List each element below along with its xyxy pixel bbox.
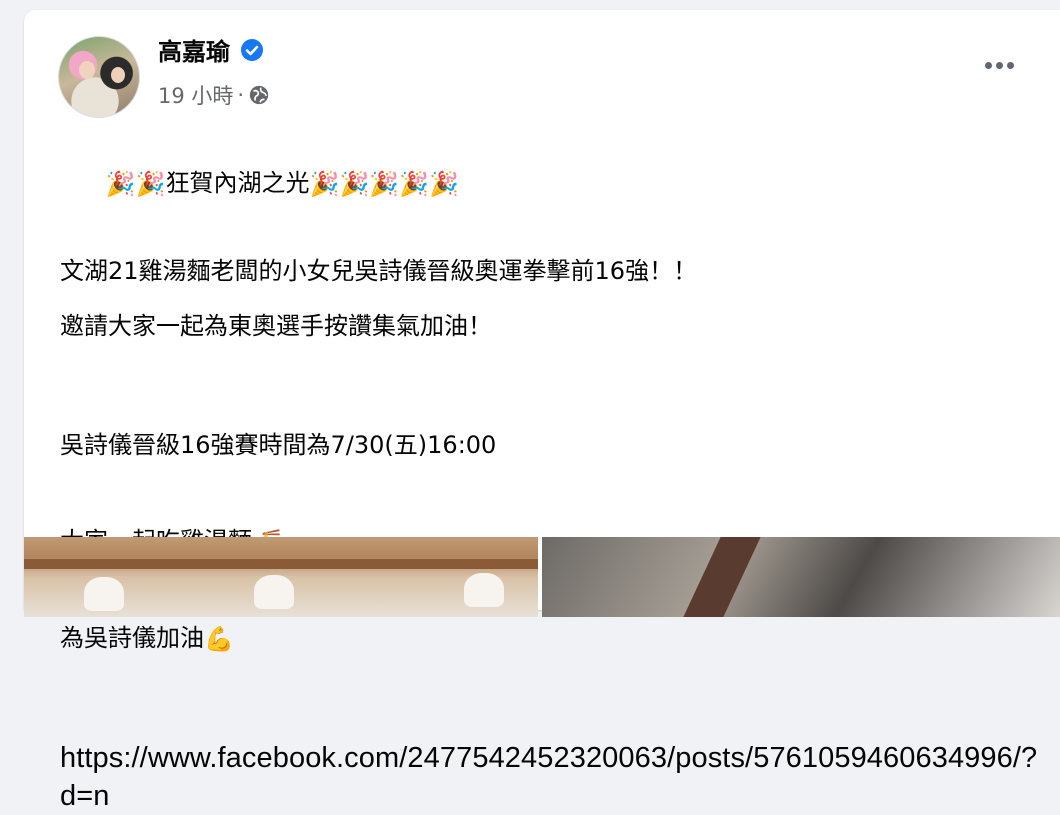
party-popper-icon: 🎉 — [399, 170, 430, 198]
post-meta: 19 小時 · — [158, 80, 270, 110]
party-popper-icon: 🎉 — [105, 170, 136, 198]
photo-right[interactable] — [542, 537, 1060, 617]
paragraph-1: 🎉🎉狂賀內湖之光🎉🎉🎉🎉🎉 — [60, 135, 1040, 232]
party-popper-icon: 🎉 — [135, 170, 166, 198]
post-card: 高嘉瑜 19 小時 · 🎉🎉狂賀內湖之光🎉🎉🎉🎉🎉 文湖21雞湯麵老闆的小女兒吳… — [24, 10, 1060, 812]
paragraph-1-text: 狂賀內湖之光 — [165, 169, 310, 197]
party-popper-icon: 🎉 — [339, 170, 370, 198]
more-dot — [996, 62, 1003, 69]
post-link[interactable]: https://www.facebook.com/247754245232006… — [60, 739, 1040, 815]
verified-badge-icon — [241, 38, 263, 61]
author-name[interactable]: 高嘉瑜 — [158, 32, 230, 67]
party-popper-icon: 🎉 — [429, 170, 460, 198]
photo-left[interactable] — [24, 537, 538, 617]
paragraph-4-line-1: 吳詩儀晉級16強賽時間為7/30(五)16:00 — [60, 431, 497, 459]
paragraph-4-line-3-text: 為吳詩儀加油 — [60, 624, 204, 652]
more-dot — [1007, 62, 1014, 69]
meta-separator: · — [237, 83, 245, 107]
paragraph-4-line-3: 為吳詩儀加油💪 — [60, 622, 1040, 655]
photo-figurine — [464, 573, 504, 607]
photo-grid — [24, 537, 1060, 617]
post-timestamp[interactable]: 19 小時 — [158, 80, 233, 110]
paragraph-3: 邀請大家一起為東奧選手按讚集氣加油！ — [60, 312, 492, 340]
author-row: 高嘉瑜 — [158, 32, 264, 67]
party-popper-icon: 🎉 — [369, 170, 400, 198]
party-popper-icon: 🎉 — [309, 170, 340, 198]
globe-icon[interactable] — [248, 84, 270, 106]
post-body: 🎉🎉狂賀內湖之光🎉🎉🎉🎉🎉 文湖21雞湯麵老闆的小女兒吳詩儀晉級奧運拳擊前16強… — [60, 135, 1040, 815]
photo-figurine — [84, 577, 124, 611]
avatar-face-right — [111, 67, 125, 83]
photo-beam — [683, 537, 761, 617]
flexed-biceps-icon: 💪 — [204, 625, 234, 653]
paragraph-2: 文湖21雞湯麵老闆的小女兒吳詩儀晉級奧運拳擊前16強！！ — [60, 257, 698, 285]
more-options-icon[interactable] — [985, 62, 1014, 69]
more-dot — [985, 62, 992, 69]
author-avatar[interactable] — [58, 36, 140, 118]
avatar-face-left — [79, 61, 95, 79]
photo-figurine — [254, 575, 294, 609]
photo-shelf — [24, 559, 538, 569]
